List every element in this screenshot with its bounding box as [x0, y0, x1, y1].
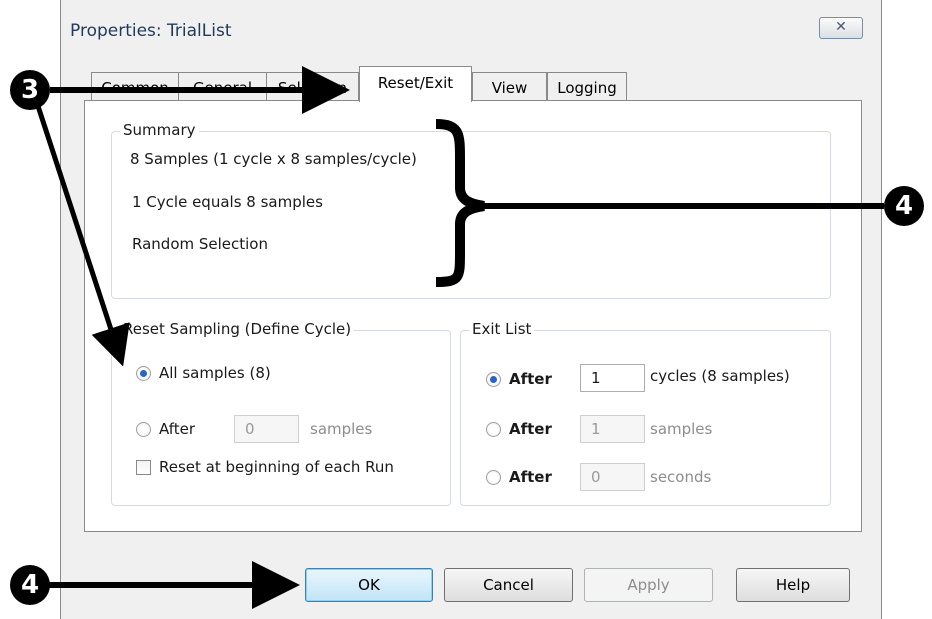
- summary-brace: [435, 119, 485, 287]
- callout-3: 3: [10, 70, 50, 110]
- annotation-overlay: [35, 66, 884, 609]
- callout-4-summary: 4: [884, 186, 924, 226]
- arrow-to-all-samples: [35, 105, 130, 367]
- callout-4-ok: 4: [10, 565, 50, 605]
